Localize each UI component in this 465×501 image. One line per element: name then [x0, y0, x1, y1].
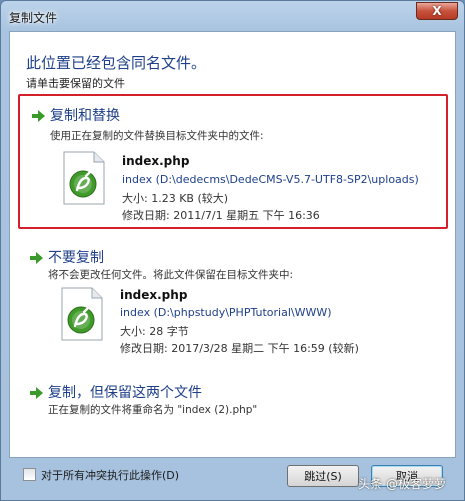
file-path: index (D:\phpstudy\PHPTutorial\WWW)	[120, 306, 332, 319]
option-description: 将不会更改任何文件。将此文件保留在目标文件夹中:	[48, 269, 294, 281]
option-title: 复制和替换	[50, 108, 120, 124]
dialog-content: 此位置已经包含同名文件。 请单击要保留的文件 复制和替换 使用正在复制的文件替换…	[9, 31, 456, 458]
file-size: 大小: 1.23 KB (较大)	[122, 192, 229, 205]
apply-to-all-label[interactable]: 对于所有冲突执行此操作(D)	[41, 467, 179, 483]
title-bar[interactable]: 复制文件 X	[1, 1, 464, 31]
dialog-subheading: 请单击要保留的文件	[26, 77, 125, 90]
option-title: 复制，但保留这两个文件	[48, 385, 202, 401]
dialog-heading: 此位置已经包含同名文件。	[26, 54, 207, 72]
file-modified: 修改日期: 2017/3/28 星期二 下午 16:59 (较新)	[120, 342, 359, 355]
option-description: 使用正在复制的文件替换目标文件夹中的文件:	[50, 130, 264, 142]
skip-button[interactable]: 跳过(S)	[287, 465, 359, 487]
watermark: 头条 @极客萝萝	[358, 477, 446, 491]
close-button[interactable]: X	[416, 2, 458, 20]
window-title: 复制文件	[9, 11, 58, 25]
php-file-icon	[63, 151, 105, 205]
dialog-window: 复制文件 X 此位置已经包含同名文件。 请单击要保留的文件 复制和替换 使用正在…	[0, 0, 465, 501]
php-file-icon	[61, 287, 103, 341]
green-arrow-icon	[30, 252, 43, 264]
dialog-footer: 对于所有冲突执行此操作(D) 跳过(S) 取消 头条 @极客萝萝	[9, 458, 456, 498]
file-modified: 修改日期: 2011/7/1 星期五 下午 16:36	[122, 209, 320, 222]
option-copy-keep-both[interactable]: 复制，但保留这两个文件 正在复制的文件将重命名为 "index (2).php"	[18, 380, 448, 426]
option-copy-and-replace[interactable]: 复制和替换 使用正在复制的文件替换目标文件夹中的文件: index.php in…	[18, 94, 448, 229]
close-icon: X	[432, 4, 442, 18]
apply-to-all-checkbox[interactable]	[23, 468, 36, 481]
option-description: 正在复制的文件将重命名为 "index (2).php"	[48, 404, 258, 416]
option-title: 不要复制	[48, 250, 104, 266]
option-do-not-copy[interactable]: 不要复制 将不会更改任何文件。将此文件保留在目标文件夹中: index.php …	[18, 244, 448, 364]
file-path: index (D:\dedecms\DedeCMS-V5.7-UTF8-SP2\…	[122, 173, 419, 186]
file-size: 大小: 28 字节	[120, 325, 189, 338]
green-arrow-icon	[30, 387, 43, 399]
green-arrow-icon	[32, 110, 45, 122]
file-name: index.php	[120, 288, 188, 302]
file-name: index.php	[122, 154, 190, 168]
